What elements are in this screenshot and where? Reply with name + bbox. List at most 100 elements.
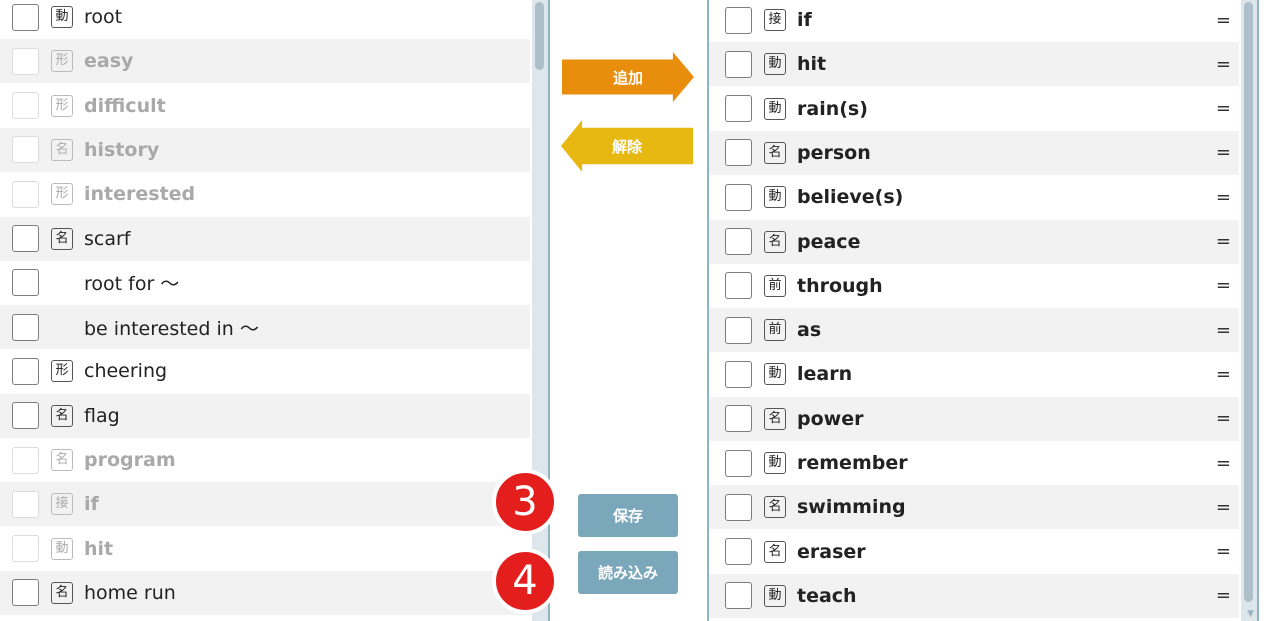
source-word-row[interactable]: 形 cheering	[0, 349, 530, 393]
part-of-speech-tag: 名	[764, 540, 786, 563]
selected-word-row[interactable]: 名 person =	[709, 130, 1239, 175]
source-word-row[interactable]: 名 scarf	[0, 216, 530, 261]
add-button[interactable]: 追加	[562, 52, 694, 102]
word-label: learn	[797, 363, 853, 386]
selected-word-row[interactable]: 名 eraser =	[709, 530, 1239, 574]
word-label: remember	[797, 452, 908, 474]
checkbox[interactable]	[725, 360, 752, 388]
left-scrollbar-thumb[interactable]	[535, 2, 544, 70]
right-scrollbar[interactable]: ▼	[1241, 0, 1257, 621]
word-label: cheering	[84, 360, 168, 383]
source-word-row[interactable]: 動 root	[0, 0, 530, 39]
checkbox[interactable]	[12, 225, 39, 252]
word-label: scarf	[84, 227, 131, 250]
source-word-row[interactable]: 名 home run	[0, 570, 530, 615]
selected-word-row[interactable]: 名 swimming =	[709, 485, 1239, 530]
checkbox[interactable]	[725, 228, 752, 255]
source-word-row: 形 difficult	[0, 84, 530, 128]
selected-word-row[interactable]: 動 teach =	[709, 573, 1239, 618]
checkbox[interactable]	[725, 316, 752, 344]
checkbox	[12, 47, 39, 75]
scroll-down-icon[interactable]: ▼	[1247, 609, 1254, 619]
selected-word-row[interactable]: 動 hit =	[709, 42, 1239, 87]
part-of-speech-tag: 動	[764, 97, 786, 120]
checkbox	[12, 136, 39, 164]
drag-handle-icon[interactable]: =	[1216, 142, 1231, 163]
checkbox[interactable]	[725, 272, 752, 300]
checkbox[interactable]	[12, 579, 39, 607]
drag-handle-icon[interactable]: =	[1216, 541, 1231, 562]
drag-handle-icon[interactable]: =	[1216, 497, 1231, 518]
checkbox[interactable]	[12, 269, 39, 297]
part-of-speech-tag: 動	[51, 6, 73, 28]
part-of-speech-tag: 前	[764, 274, 786, 297]
selected-word-row[interactable]: 動 learn =	[709, 352, 1239, 396]
source-word-row: 形 easy	[0, 39, 530, 84]
word-label: root for 〜	[84, 273, 180, 296]
checkbox[interactable]	[725, 449, 752, 477]
drag-handle-icon[interactable]: =	[1216, 231, 1231, 252]
checkbox[interactable]	[725, 139, 752, 167]
drag-handle-icon[interactable]: =	[1216, 54, 1231, 75]
checkbox[interactable]	[725, 6, 752, 34]
part-of-speech-tag: 名	[51, 138, 73, 161]
drag-handle-icon[interactable]: =	[1216, 10, 1231, 31]
drag-handle-icon[interactable]: =	[1216, 364, 1231, 385]
load-button[interactable]: 読み込み	[578, 551, 678, 594]
right-scrollbar-thumb[interactable]	[1244, 2, 1253, 602]
part-of-speech-tag: 形	[51, 94, 73, 117]
selected-word-row[interactable]: 名 peace =	[709, 219, 1239, 264]
checkbox[interactable]	[725, 493, 752, 521]
selected-word-row[interactable]: 接 if =	[709, 0, 1239, 42]
word-label: difficult	[84, 94, 166, 117]
part-of-speech-tag: 名	[764, 141, 786, 164]
part-of-speech-tag: 形	[51, 50, 73, 73]
word-label: be interested in 〜	[84, 317, 259, 340]
word-label: history	[84, 138, 160, 161]
selected-word-row[interactable]: 前 through =	[709, 264, 1239, 308]
part-of-speech-tag: 動	[764, 186, 786, 209]
selected-word-row[interactable]: 動 rain(s) =	[709, 87, 1239, 131]
remove-button[interactable]: 解除	[561, 120, 693, 172]
part-of-speech-tag: 接	[51, 493, 73, 516]
source-word-row[interactable]: root for 〜	[0, 261, 530, 305]
checkbox[interactable]	[725, 183, 752, 211]
drag-handle-icon[interactable]: =	[1216, 98, 1231, 119]
part-of-speech-tag: 動	[764, 452, 786, 474]
save-button[interactable]: 保存	[578, 494, 678, 537]
drag-handle-icon[interactable]: =	[1216, 275, 1231, 296]
selected-word-row[interactable]: 前 as =	[709, 308, 1239, 353]
checkbox[interactable]	[12, 357, 39, 385]
word-label: hit	[797, 53, 827, 76]
drag-handle-icon[interactable]: =	[1216, 187, 1231, 208]
source-word-row[interactable]: 名 flag	[0, 393, 530, 438]
checkbox[interactable]	[725, 538, 752, 566]
word-label: peace	[797, 230, 861, 253]
selected-word-list: ▼ 接 if = 動 hit = 動 rain(s) = 名 person = 動 believe(s) =…	[707, 0, 1259, 621]
checkbox[interactable]	[725, 95, 752, 123]
checkbox[interactable]	[12, 313, 39, 341]
word-label: if	[84, 493, 99, 516]
drag-handle-icon[interactable]: =	[1216, 408, 1231, 429]
drag-handle-icon[interactable]: =	[1216, 320, 1231, 341]
drag-handle-icon[interactable]: =	[1216, 453, 1231, 474]
source-word-row[interactable]: be interested in 〜	[0, 305, 530, 350]
checkbox[interactable]	[12, 3, 39, 31]
drag-handle-icon[interactable]: =	[1216, 585, 1231, 606]
part-of-speech-tag: 形	[51, 360, 73, 383]
checkbox[interactable]	[725, 582, 752, 610]
word-label: home run	[84, 581, 176, 604]
checkbox[interactable]	[12, 402, 39, 430]
part-of-speech-tag: 名	[51, 449, 73, 471]
selected-word-row[interactable]: 動 remember =	[709, 441, 1239, 485]
checkbox	[12, 180, 39, 208]
word-label: swimming	[797, 496, 906, 519]
checkbox[interactable]	[725, 405, 752, 433]
word-label: if	[797, 9, 812, 31]
selected-word-row[interactable]: 名 power =	[709, 396, 1239, 441]
part-of-speech-tag	[51, 316, 73, 338]
word-label: eraser	[797, 540, 866, 563]
selected-word-row[interactable]: 動 believe(s) =	[709, 175, 1239, 219]
checkbox	[12, 535, 39, 563]
checkbox[interactable]	[725, 50, 752, 78]
